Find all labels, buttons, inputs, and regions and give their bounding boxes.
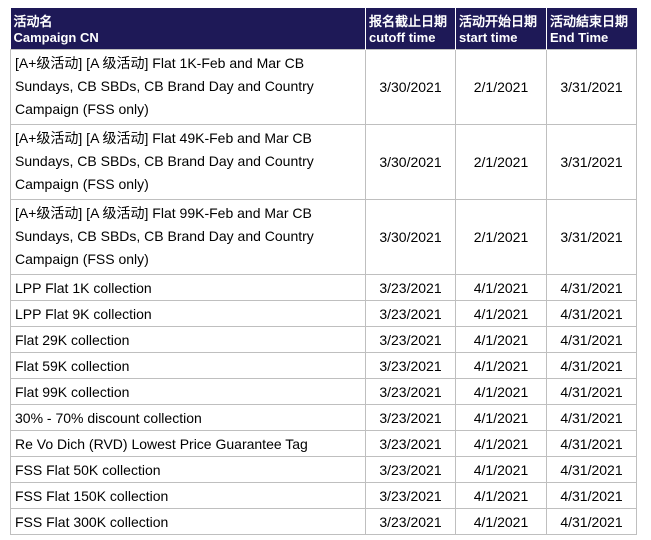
end-cell: 4/31/2021 xyxy=(546,508,637,535)
header-start-en: start time xyxy=(459,30,518,45)
campaign-name-cell: [A+级活动] [A 级活动] Flat 99K-Feb and Mar CB … xyxy=(10,199,366,275)
header-campaign-en: Campaign CN xyxy=(13,30,99,45)
end-cell: 4/31/2021 xyxy=(546,404,637,431)
cutoff-cell: 3/30/2021 xyxy=(365,49,456,125)
campaign-table: 活动名 Campaign CN 报名截止日期 cutoff time 活动开始日… xyxy=(10,8,637,535)
start-cell: 4/1/2021 xyxy=(455,274,547,301)
table-header: 活动名 Campaign CN 报名截止日期 cutoff time 活动开始日… xyxy=(10,8,637,50)
cutoff-cell: 3/23/2021 xyxy=(365,404,456,431)
campaign-name-cell: FSS Flat 300K collection xyxy=(10,508,366,535)
header-end: 活动結束日期 End Time xyxy=(546,8,637,50)
start-cell: 4/1/2021 xyxy=(455,326,547,353)
end-cell: 3/31/2021 xyxy=(546,199,637,275)
table-body: [A+级活动] [A 级活动] Flat 1K-Feb and Mar CB S… xyxy=(10,49,637,535)
cutoff-cell: 3/23/2021 xyxy=(365,456,456,483)
start-cell: 2/1/2021 xyxy=(455,49,547,125)
campaign-name-cell: FSS Flat 150K collection xyxy=(10,482,366,509)
start-cell: 4/1/2021 xyxy=(455,482,547,509)
cutoff-cell: 3/23/2021 xyxy=(365,378,456,405)
header-row: 活动名 Campaign CN 报名截止日期 cutoff time 活动开始日… xyxy=(10,8,637,50)
header-cutoff-en: cutoff time xyxy=(369,30,436,45)
campaign-name-cell: [A+级活动] [A 级活动] Flat 1K-Feb and Mar CB S… xyxy=(10,49,366,125)
end-cell: 3/31/2021 xyxy=(546,124,637,200)
start-cell: 4/1/2021 xyxy=(455,430,547,457)
header-start: 活动开始日期 start time xyxy=(455,8,547,50)
start-cell: 4/1/2021 xyxy=(455,378,547,405)
table-row: [A+级活动] [A 级活动] Flat 1K-Feb and Mar CB S… xyxy=(10,49,637,125)
cutoff-cell: 3/23/2021 xyxy=(365,430,456,457)
cutoff-cell: 3/23/2021 xyxy=(365,274,456,301)
campaign-name-cell: [A+级活动] [A 级活动] Flat 49K-Feb and Mar CB … xyxy=(10,124,366,200)
table-row: FSS Flat 300K collection 3/23/2021 4/1/2… xyxy=(10,508,637,535)
cutoff-cell: 3/23/2021 xyxy=(365,482,456,509)
end-cell: 4/31/2021 xyxy=(546,274,637,301)
campaign-name-cell: Flat 99K collection xyxy=(10,378,366,405)
table-row: FSS Flat 150K collection 3/23/2021 4/1/2… xyxy=(10,482,637,509)
table-row: LPP Flat 1K collection 3/23/2021 4/1/202… xyxy=(10,274,637,301)
header-campaign: 活动名 Campaign CN xyxy=(10,8,366,50)
header-cutoff: 报名截止日期 cutoff time xyxy=(365,8,456,50)
table-row: 30% - 70% discount collection 3/23/2021 … xyxy=(10,404,637,431)
campaign-name-cell: 30% - 70% discount collection xyxy=(10,404,366,431)
table-row: Re Vo Dich (RVD) Lowest Price Guarantee … xyxy=(10,430,637,457)
start-cell: 4/1/2021 xyxy=(455,508,547,535)
header-end-cn: 活动結束日期 xyxy=(550,14,629,29)
campaign-name-cell: Flat 29K collection xyxy=(10,326,366,353)
table-row: Flat 59K collection 3/23/2021 4/1/2021 4… xyxy=(10,352,637,379)
cutoff-cell: 3/23/2021 xyxy=(365,326,456,353)
cutoff-cell: 3/23/2021 xyxy=(365,352,456,379)
start-cell: 2/1/2021 xyxy=(455,199,547,275)
end-cell: 4/31/2021 xyxy=(546,430,637,457)
campaign-name-cell: LPP Flat 1K collection xyxy=(10,274,366,301)
cutoff-cell: 3/23/2021 xyxy=(365,300,456,327)
end-cell: 3/31/2021 xyxy=(546,49,637,125)
table-row: [A+级活动] [A 级活动] Flat 49K-Feb and Mar CB … xyxy=(10,124,637,200)
cutoff-cell: 3/30/2021 xyxy=(365,124,456,200)
header-campaign-cn: 活动名 xyxy=(13,14,53,29)
campaign-name-cell: Re Vo Dich (RVD) Lowest Price Guarantee … xyxy=(10,430,366,457)
cutoff-cell: 3/30/2021 xyxy=(365,199,456,275)
start-cell: 4/1/2021 xyxy=(455,456,547,483)
cutoff-cell: 3/23/2021 xyxy=(365,508,456,535)
end-cell: 4/31/2021 xyxy=(546,352,637,379)
table-row: LPP Flat 9K collection 3/23/2021 4/1/202… xyxy=(10,300,637,327)
table-row: Flat 99K collection 3/23/2021 4/1/2021 4… xyxy=(10,378,637,405)
campaign-name-cell: Flat 59K collection xyxy=(10,352,366,379)
end-cell: 4/31/2021 xyxy=(546,300,637,327)
campaign-name-cell: LPP Flat 9K collection xyxy=(10,300,366,327)
end-cell: 4/31/2021 xyxy=(546,456,637,483)
table-row: [A+级活动] [A 级活动] Flat 99K-Feb and Mar CB … xyxy=(10,199,637,275)
start-cell: 4/1/2021 xyxy=(455,300,547,327)
campaign-name-cell: FSS Flat 50K collection xyxy=(10,456,366,483)
table-row: FSS Flat 50K collection 3/23/2021 4/1/20… xyxy=(10,456,637,483)
table-row: Flat 29K collection 3/23/2021 4/1/2021 4… xyxy=(10,326,637,353)
campaign-table-container: 活动名 Campaign CN 报名截止日期 cutoff time 活动开始日… xyxy=(10,8,637,535)
start-cell: 4/1/2021 xyxy=(455,404,547,431)
end-cell: 4/31/2021 xyxy=(546,378,637,405)
start-cell: 2/1/2021 xyxy=(455,124,547,200)
header-start-cn: 活动开始日期 xyxy=(459,14,538,29)
header-cutoff-cn: 报名截止日期 xyxy=(369,14,448,29)
end-cell: 4/31/2021 xyxy=(546,482,637,509)
end-cell: 4/31/2021 xyxy=(546,326,637,353)
start-cell: 4/1/2021 xyxy=(455,352,547,379)
header-end-en: End Time xyxy=(550,30,609,45)
